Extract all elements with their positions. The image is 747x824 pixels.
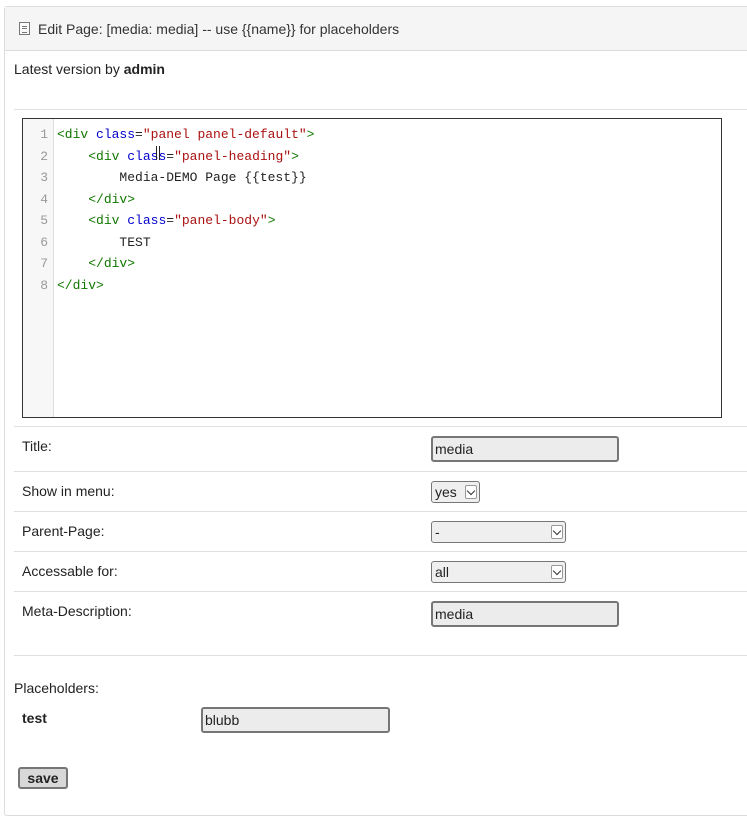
panel-heading: Edit Page: [media: media] -- use {{name}… (5, 7, 747, 51)
line-number: 5 (40, 213, 48, 228)
code-text: <div class="panel panel-default"> (57, 124, 314, 145)
accessable-for-label: Accessable for: (22, 563, 118, 579)
divider (14, 109, 747, 110)
code-text: <div class="panel-body"> (57, 210, 276, 231)
code-token: "panel-heading" (174, 148, 292, 164)
code-text: TEST (57, 232, 151, 253)
code-token: <div (88, 213, 128, 228)
code-token: Media-DEMO Page {{test}} (57, 170, 307, 185)
placeholder-name: test (22, 710, 47, 726)
meta-description-row: Meta-Description: (14, 591, 747, 632)
code-text: </div> (57, 189, 135, 210)
version-prefix: Latest version by (14, 61, 120, 77)
code-text: </div> (57, 253, 135, 274)
accessable-for-select[interactable]: all (431, 561, 566, 583)
line-number: 6 (40, 234, 48, 250)
show-in-menu-value: yes (435, 484, 457, 500)
code-token: "panel-body" (174, 213, 268, 228)
code-token: TEST (57, 234, 151, 250)
parent-page-value: - (435, 524, 440, 540)
line-number: 4 (40, 191, 48, 207)
accessable-for-value: all (435, 564, 450, 580)
show-in-menu-label: Show in menu: (22, 483, 115, 499)
code-token: <div (88, 148, 128, 164)
title-row: Title: (14, 426, 747, 467)
show-in-menu-row: Show in menu: (14, 471, 747, 512)
chevron-down-icon (465, 485, 477, 499)
page-title: Edit Page: [media: media] -- use {{name}… (38, 20, 400, 37)
code-token: <div (57, 127, 97, 142)
text-cursor-icon (156, 146, 160, 160)
code-token: </div> (57, 277, 104, 293)
code-token: > (267, 213, 276, 228)
code-token: > (306, 127, 315, 142)
code-token: = (166, 148, 175, 164)
code-token: class (127, 213, 167, 228)
code-text: </div> (57, 275, 104, 296)
code-token: = (135, 127, 143, 142)
code-editor[interactable]: 1 <div class="panel panel-default"> 2 <div… (22, 118, 722, 418)
save-button[interactable]: save (18, 767, 68, 789)
parent-page-select[interactable]: - (431, 521, 566, 543)
code-token: </div> (88, 191, 136, 207)
latest-version-info: Latest version by admin (14, 61, 165, 77)
line-number: 2 (40, 148, 48, 164)
document-icon (19, 22, 30, 35)
placeholders-title: Placeholders: (14, 680, 99, 696)
chevron-down-icon (551, 525, 563, 539)
divider (14, 655, 747, 656)
code-token: class (96, 127, 136, 142)
title-input[interactable] (431, 436, 619, 462)
accessable-for-row: Accessable for: (14, 551, 747, 592)
line-number: 8 (40, 277, 48, 293)
placeholder-value-input[interactable] (201, 707, 390, 733)
title-label: Title: (22, 438, 52, 454)
meta-description-input[interactable] (431, 601, 619, 627)
meta-description-label: Meta-Description: (22, 603, 132, 619)
line-number: 1 (40, 127, 48, 142)
parent-page-row: Parent-Page: (14, 511, 747, 552)
code-text: <div class="panel-heading"> (57, 146, 299, 167)
chevron-down-icon (551, 565, 563, 579)
code-token: > (291, 148, 299, 164)
line-number: 3 (40, 170, 48, 185)
code-token: "panel panel-default" (142, 127, 307, 142)
parent-page-label: Parent-Page: (22, 523, 105, 539)
version-user: admin (123, 61, 165, 77)
code-token: = (166, 213, 175, 228)
code-token: class (127, 148, 167, 164)
show-in-menu-select[interactable]: yes (431, 481, 480, 503)
line-number: 7 (40, 256, 48, 271)
code-token: </div> (88, 256, 136, 271)
code-text: Media-DEMO Page {{test}} (57, 167, 307, 188)
